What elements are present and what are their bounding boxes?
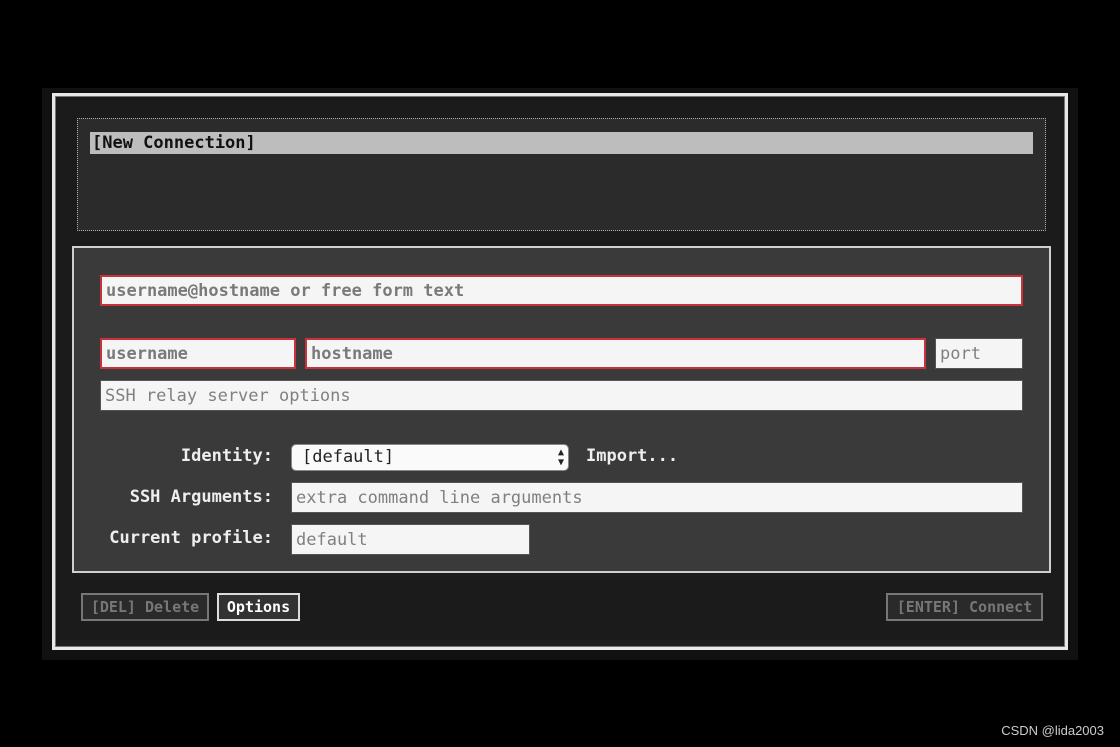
watermark: CSDN @lida2003 bbox=[1001, 723, 1104, 738]
select-arrows-icon: ▲ ▼ bbox=[557, 447, 564, 468]
ssh-arguments-label: SSH Arguments: bbox=[129, 487, 273, 507]
connection-list-item[interactable]: [New Connection] bbox=[90, 132, 1033, 154]
identity-value: [default] bbox=[302, 447, 395, 467]
current-profile-label: Current profile: bbox=[109, 528, 273, 548]
destination-input[interactable] bbox=[100, 275, 1023, 306]
ssh-arguments-input[interactable] bbox=[291, 482, 1023, 513]
import-link[interactable]: Import... bbox=[586, 446, 678, 466]
connect-button[interactable]: [ENTER] Connect bbox=[886, 593, 1043, 621]
identity-select[interactable]: [default] ▲ ▼ bbox=[291, 444, 569, 471]
delete-button[interactable]: [DEL] Delete bbox=[81, 593, 209, 621]
relay-options-input[interactable] bbox=[100, 380, 1023, 411]
username-input[interactable] bbox=[100, 338, 296, 369]
identity-label: Identity: bbox=[180, 446, 273, 466]
options-button[interactable]: Options bbox=[217, 593, 300, 621]
port-input[interactable] bbox=[935, 338, 1023, 369]
hostname-input[interactable] bbox=[305, 338, 926, 369]
current-profile-input[interactable] bbox=[291, 524, 530, 555]
